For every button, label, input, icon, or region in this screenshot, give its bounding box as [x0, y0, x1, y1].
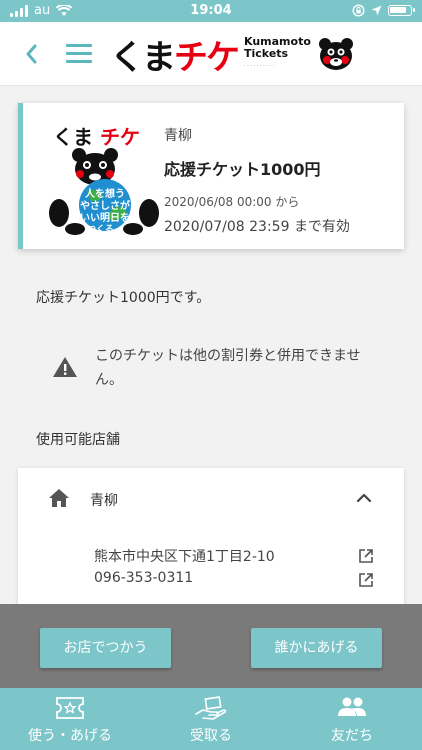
menu-button[interactable]: [66, 44, 92, 64]
nav-item-receive[interactable]: 受取る: [141, 688, 281, 750]
kumamon-icon: [318, 38, 353, 70]
home-icon: [49, 489, 69, 507]
ticket-image-slogan: つくる。: [87, 224, 123, 235]
battery-icon: [388, 5, 415, 16]
ticket-star-icon: [56, 697, 84, 719]
nav-label: 使う・あげる: [28, 728, 112, 744]
ticket-image: くま チケ 人を想う やさしさが いい明日を つくる。: [45, 117, 165, 237]
store-name: 青柳: [90, 493, 118, 509]
logo-fine-print: · · · · · · · · · ·: [244, 63, 275, 69]
chevron-up-icon[interactable]: [354, 488, 374, 508]
location-icon: [371, 5, 382, 16]
status-right: [352, 4, 415, 17]
warning-text: このチケットは他の割引券と併用できません。: [95, 348, 361, 388]
nav-label: 受取る: [190, 728, 232, 744]
give-to-someone-button[interactable]: 誰かにあげる: [251, 628, 382, 668]
app-header: くま チケ Kumamoto Tickets · · · · · · · · ·…: [0, 22, 422, 86]
ticket-card: くま チケ 人を想う やさしさが いい明日を つくる。 青柳 応援チケット100: [18, 103, 404, 249]
action-bar: お店でつかう 誰かにあげる: [0, 604, 422, 688]
store-address: 熊本市中央区下通1丁目2-10: [94, 549, 275, 565]
bottom-nav: 使う・あげる 受取る 友だち: [0, 688, 422, 750]
warning-icon: [53, 357, 77, 377]
ticket-valid-until: 2020/07/08 23:59 まで有効: [164, 219, 350, 235]
ticket-valid-from: 2020/06/08 00:00 から: [164, 195, 300, 209]
chevron-left-icon: [26, 44, 37, 64]
menu-bar-line: [66, 52, 92, 55]
logo-accent-text: チケ: [174, 37, 240, 78]
orientation-lock-icon: [352, 4, 365, 17]
store-phone: 096-353-0311: [94, 570, 194, 586]
ticket-image-slogan: 人を想う: [85, 187, 125, 200]
menu-bar-line: [66, 60, 92, 63]
use-at-store-button[interactable]: お店でつかう: [40, 628, 171, 668]
nav-label: 友だち: [331, 728, 373, 744]
ticket-title: 応援チケット1000円: [164, 160, 321, 179]
store-card: 青柳 熊本市中央区下通1丁目2-10 096-353-0311: [18, 468, 404, 608]
back-button[interactable]: [18, 40, 46, 68]
kumamon-globe-illustration: 人を想う やさしさが いい明日を つくる。: [49, 148, 159, 235]
ticket-image-slogan: やさしさが: [80, 199, 131, 212]
stores-section-title: 使用可能店舗: [36, 432, 120, 448]
ticket-description: 応援チケット1000円です。: [36, 290, 211, 306]
menu-bar-line: [66, 44, 92, 47]
logo-sub-line-2: Tickets: [244, 47, 289, 60]
people-icon: [338, 697, 366, 716]
ticket-store-name: 青柳: [164, 128, 192, 144]
app-logo: くま チケ Kumamoto Tickets · · · · · · · · ·…: [110, 30, 355, 78]
ticket-image-slogan: いい明日を: [80, 212, 130, 224]
logo-sub: Kumamoto Tickets · · · · · · · · · ·: [244, 36, 311, 72]
receive-hand-icon: [195, 696, 227, 720]
open-in-new-icon[interactable]: [358, 572, 374, 588]
open-in-new-icon[interactable]: [358, 548, 374, 564]
nav-item-friends[interactable]: 友だち: [282, 688, 422, 750]
nav-item-use-give[interactable]: 使う・あげる: [0, 688, 140, 750]
logo-main-text: くま: [110, 37, 176, 78]
status-bar: au 19:04: [0, 0, 422, 22]
